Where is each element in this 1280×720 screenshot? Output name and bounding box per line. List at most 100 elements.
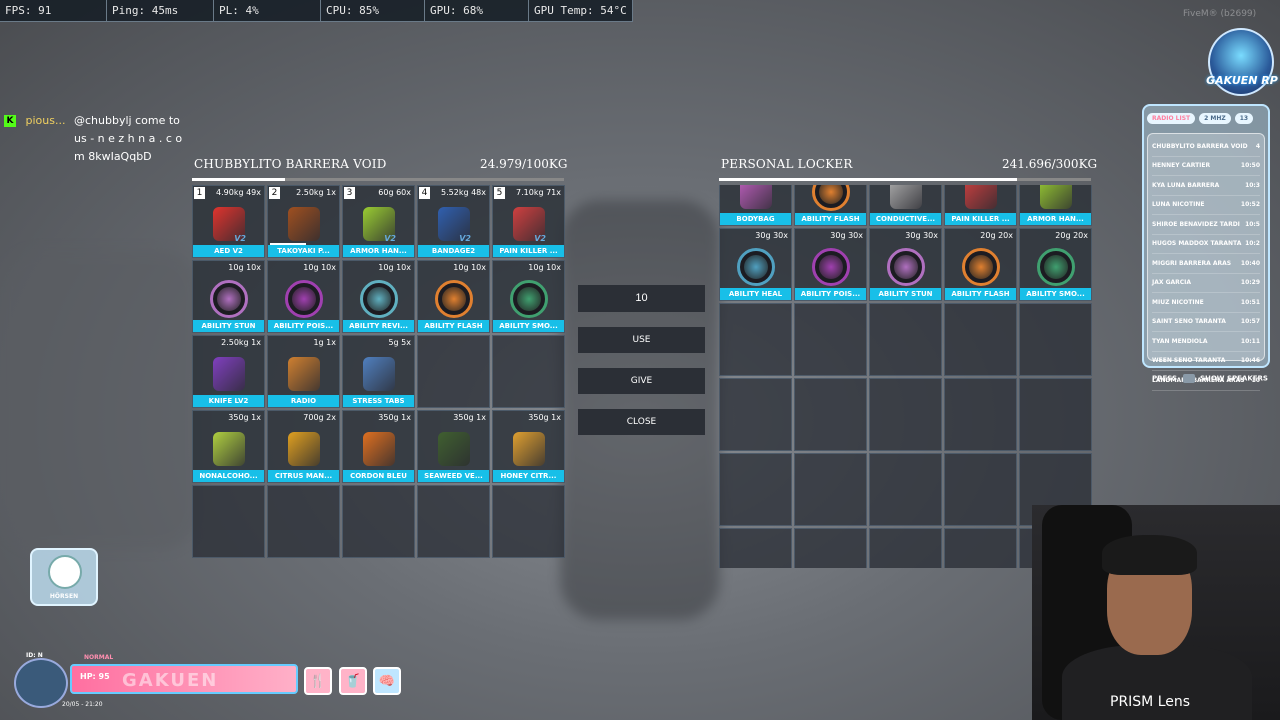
radio-member-row: SAINT SENO TARANTA 10:57	[1152, 313, 1260, 332]
inventory-slot[interactable]: 5g 5x STRESS TABS	[342, 335, 415, 408]
empty-slot[interactable]	[492, 335, 565, 408]
inventory-slot[interactable]: BODYBAG	[719, 185, 792, 226]
inventory-slot[interactable]: 20g 20x ABILITY FLASH	[944, 228, 1017, 301]
empty-slot[interactable]	[944, 528, 1017, 568]
give-button[interactable]: GIVE	[578, 368, 705, 394]
inventory-slot[interactable]: 350g 1x SEAWEED VE...	[417, 410, 490, 483]
inventory-slot[interactable]: 350g 1x CORDON BLEU	[342, 410, 415, 483]
locker-weight: 241.696/300KG	[1002, 157, 1098, 171]
empty-slot[interactable]	[417, 485, 490, 558]
empty-slot[interactable]	[944, 303, 1017, 376]
empty-slot[interactable]	[794, 303, 867, 376]
slot-weight-count: 2.50kg 1x	[296, 188, 336, 197]
inventory-slot[interactable]: 3 60g 60x V2 ARMOR HAN...	[342, 185, 415, 258]
empty-slot[interactable]	[417, 335, 490, 408]
slot-item-label: BANDAGE2	[418, 245, 489, 257]
smoke-coin-icon	[1036, 247, 1076, 287]
use-button[interactable]: USE	[578, 327, 705, 353]
radio-member-time: 10:50	[1240, 162, 1260, 170]
slot-item-label: ABILITY HEAL	[720, 288, 791, 300]
inventory-slot[interactable]: 4 5.52kg 48x V2 BANDAGE2	[417, 185, 490, 258]
voice-mode: NORMAL	[84, 654, 114, 661]
health-bar-brand: GAKUEN	[122, 670, 219, 691]
inventory-slot[interactable]: 5 7.10kg 71x V2 PAIN KILLER ...	[492, 185, 565, 258]
slot-weight-count: 350g 1x	[453, 413, 486, 422]
empty-slot[interactable]	[1019, 303, 1092, 376]
radio-frequency: 2 MHZ	[1199, 112, 1231, 124]
inventory-slot[interactable]: 30g 30x ABILITY POIS...	[794, 228, 867, 301]
empty-slot[interactable]	[719, 453, 792, 526]
inventory-slot[interactable]: 30g 30x ABILITY STUN	[869, 228, 942, 301]
empty-slot[interactable]	[869, 453, 942, 526]
inventory-slot[interactable]: 10g 10x ABILITY SMO...	[492, 260, 565, 333]
radio-member-name: HUGOS MADDOX TARANTA	[1152, 240, 1242, 248]
radio-member-name: CHUBBYLITO BARRERA VOID	[1152, 142, 1248, 150]
player-inventory-grid: 1 4.90kg 49x V2 AED V2 2 2.50kg 1x TAKOYAKI P.…	[192, 185, 565, 558]
slot-item-label: STRESS TABS	[343, 395, 414, 407]
stun-coin-icon	[886, 247, 926, 287]
inventory-slot[interactable]: 10g 10x ABILITY POIS...	[267, 260, 340, 333]
inventory-slot[interactable]: 350g 1x NONALCOHO...	[192, 410, 265, 483]
inventory-slot[interactable]: CONDUCTIVE...	[869, 185, 942, 226]
radio-list-header: RADIO LIST 2 MHZ 13	[1147, 109, 1265, 127]
inventory-slot[interactable]: 10g 10x ABILITY REVI...	[342, 260, 415, 333]
slot-item-label: ABILITY STUN	[193, 320, 264, 332]
empty-slot[interactable]	[492, 485, 565, 558]
armor-icon	[1036, 185, 1076, 212]
inventory-slot[interactable]: 1 4.90kg 49x V2 AED V2	[192, 185, 265, 258]
slot-item-label: PAIN KILLER ...	[493, 245, 564, 257]
status-cpu: CPU: 85%	[321, 0, 425, 22]
inventory-slot[interactable]: ARMOR HAN...	[1019, 185, 1092, 226]
flash-coin-icon	[434, 279, 474, 319]
radio-footer: PRESS SHOW SPEAKERS	[1152, 374, 1268, 383]
empty-slot[interactable]	[794, 453, 867, 526]
v2-badge: V2	[534, 234, 546, 243]
status-gpu-temp: GPU Temp: 54°C	[529, 0, 633, 22]
empty-slot[interactable]	[1019, 378, 1092, 451]
inventory-slot[interactable]: 10g 10x ABILITY STUN	[192, 260, 265, 333]
knife-icon	[209, 354, 249, 394]
inventory-slot[interactable]: 20g 20x ABILITY SMO...	[1019, 228, 1092, 301]
empty-slot[interactable]	[794, 528, 867, 568]
empty-slot[interactable]	[944, 453, 1017, 526]
inventory-slot[interactable]: 1g 1x RADIO	[267, 335, 340, 408]
empty-slot[interactable]	[342, 485, 415, 558]
fivem-watermark: FiveM® (b2699)	[1183, 9, 1257, 19]
empty-slot[interactable]	[869, 378, 942, 451]
empty-slot[interactable]	[794, 378, 867, 451]
slot-weight-count: 30g 30x	[905, 231, 938, 240]
radio-member-time: 10:52	[1240, 201, 1260, 209]
flash-coin-icon	[811, 185, 851, 212]
chat-message: @chubbylj come to us - n e z h n a . c o…	[74, 114, 183, 163]
amount-input[interactable]	[578, 285, 705, 312]
heal-coin-icon	[736, 247, 776, 287]
empty-slot[interactable]	[192, 485, 265, 558]
close-button[interactable]: CLOSE	[578, 409, 705, 435]
inventory-slot[interactable]: 350g 1x HONEY CITR...	[492, 410, 565, 483]
empty-slot[interactable]	[719, 378, 792, 451]
empty-slot[interactable]	[869, 303, 942, 376]
slot-item-label: KNIFE LV2	[193, 395, 264, 407]
job-badge: HÖRSEN	[30, 548, 98, 606]
radio-member-time: 10:3	[1245, 181, 1260, 189]
inventory-slot[interactable]: 10g 10x ABILITY FLASH	[417, 260, 490, 333]
inventory-slot[interactable]: 30g 30x ABILITY HEAL	[719, 228, 792, 301]
inventory-slot[interactable]: 700g 2x CITRUS MAN...	[267, 410, 340, 483]
empty-slot[interactable]	[869, 528, 942, 568]
player-status-hud: ID: N NORMAL HP: 95 GAKUEN 20/05 - 21:20	[12, 650, 298, 708]
slot-hotkey-number: 4	[419, 187, 430, 199]
empty-slot[interactable]	[267, 485, 340, 558]
empty-slot[interactable]	[944, 378, 1017, 451]
radio-member-name: TYAN MENDIOLA	[1152, 337, 1208, 345]
inventory-slot[interactable]: 2 2.50kg 1x TAKOYAKI P...	[267, 185, 340, 258]
inventory-slot[interactable]: 2.50kg 1x KNIFE LV2	[192, 335, 265, 408]
logo-text: GAKUEN RP	[1206, 74, 1278, 87]
radio-user-count: 13	[1234, 112, 1254, 124]
slot-weight-count: 7.10kg 71x	[516, 188, 561, 197]
empty-slot[interactable]	[719, 303, 792, 376]
inventory-slot[interactable]: PAIN KILLER ...	[944, 185, 1017, 226]
empty-slot[interactable]	[719, 528, 792, 568]
inventory-slot[interactable]: ABILITY FLASH	[794, 185, 867, 226]
radio-member-row: MIUZ NICOTINE 10:51	[1152, 293, 1260, 313]
slot-item-label: PAIN KILLER ...	[945, 213, 1016, 225]
